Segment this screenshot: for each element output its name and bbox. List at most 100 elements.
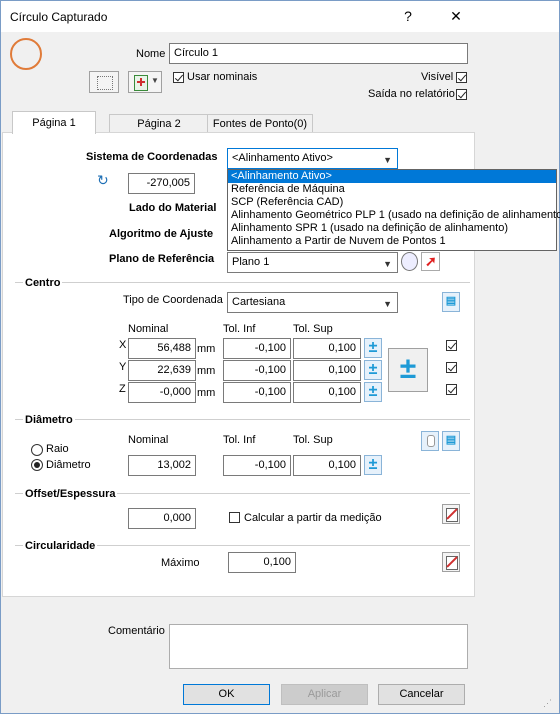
center-x-nominal-input[interactable]: 56,488	[128, 338, 196, 359]
offset-input[interactable]: 0,000	[128, 508, 196, 529]
apply-button[interactable]: Aplicar	[281, 684, 368, 705]
rotate-icon[interactable]: ↻	[97, 172, 109, 189]
title-bar: Círculo Capturado ? ✕	[1, 1, 559, 32]
use-nominals-checkbox[interactable]	[173, 72, 184, 83]
name-input[interactable]: Círculo 1	[169, 43, 468, 64]
dropdown-option[interactable]: Alinhamento a Partir de Nuvem de Pontos …	[228, 235, 556, 248]
dropdown-option[interactable]: Alinhamento Geométrico PLP 1 (usado na d…	[228, 209, 560, 222]
center-col-tol-inf: Tol. Inf	[223, 323, 256, 335]
center-x-tol-inf-input[interactable]: -0,100	[223, 338, 291, 359]
coord-system-label: Sistema de Coordenadas	[86, 151, 218, 163]
coord-type-label: Tipo de Coordenada	[123, 294, 223, 306]
coord-type-value: Cartesiana	[232, 296, 286, 308]
select-region-button[interactable]	[89, 71, 119, 93]
pick-arrow-button[interactable]: ➚	[421, 252, 440, 271]
resize-grip-icon[interactable]: ⋰	[543, 698, 552, 709]
use-nominals-label: Usar nominais	[187, 71, 258, 83]
offset-report-button[interactable]	[442, 504, 460, 524]
center-y-tol-sup-input[interactable]: 0,100	[293, 360, 361, 381]
center-y-nominal-input[interactable]: 22,639	[128, 360, 196, 381]
center-x-checkbox[interactable]	[446, 340, 457, 351]
unit-label: mm	[197, 387, 216, 399]
radius-radio[interactable]	[31, 444, 43, 456]
dropdown-option[interactable]: <Alinhamento Ativo>	[228, 170, 556, 183]
point-source-dropdown-button[interactable]: ▼	[128, 71, 162, 93]
bulb-icon	[427, 435, 435, 447]
ok-button[interactable]: OK	[183, 684, 270, 705]
coord-system-dropdown-list[interactable]: <Alinhamento Ativo> Referência de Máquin…	[227, 169, 560, 251]
all-tolerance-button[interactable]: ±	[388, 348, 428, 392]
center-col-tol-sup: Tol. Sup	[293, 323, 333, 335]
coord-type-select[interactable]: Cartesiana ▼	[227, 292, 398, 313]
fit-algorithm-label: Algoritmo de Ajuste	[109, 228, 214, 240]
diameter-label: Diâmetro	[46, 459, 91, 471]
close-button[interactable]: ✕	[441, 5, 471, 27]
dropdown-option[interactable]: SCP (Referência CAD)	[228, 196, 556, 209]
diameter-col-tol-inf: Tol. Inf	[223, 434, 256, 446]
angle-input[interactable]: -270,005	[128, 173, 195, 194]
comment-textarea[interactable]	[169, 624, 468, 669]
center-z-tolerance-button[interactable]: ±	[364, 382, 382, 402]
coord-system-value: <Alinhamento Ativo>	[232, 152, 333, 164]
tab-point-sources[interactable]: Fontes de Ponto(0)	[207, 114, 313, 133]
cancel-button[interactable]: Cancelar	[378, 684, 465, 705]
center-x-tolerance-button[interactable]: ±	[364, 338, 382, 358]
diameter-nominal-input[interactable]: 13,002	[128, 455, 196, 476]
roundness-report-button[interactable]	[442, 552, 460, 572]
offset-group-title: Offset/Espessura	[23, 488, 118, 500]
diameter-hint-button[interactable]	[421, 431, 439, 451]
report-output-label: Saída no relatório	[368, 88, 455, 100]
plus-minus-icon: ±	[368, 361, 378, 378]
center-x-tol-sup-input[interactable]: 0,100	[293, 338, 361, 359]
diameter-tol-inf-input[interactable]: -0,100	[223, 455, 291, 476]
visible-checkbox[interactable]	[456, 72, 467, 83]
window-title: Círculo Capturado	[10, 10, 108, 24]
plus-minus-icon: ±	[368, 456, 378, 473]
center-y-tol-inf-input[interactable]: -0,100	[223, 360, 291, 381]
center-y-tolerance-button[interactable]: ±	[364, 360, 382, 380]
ref-plane-value: Plano 1	[232, 256, 270, 268]
unit-label: mm	[197, 365, 216, 377]
calc-from-measurement-checkbox[interactable]	[229, 512, 240, 523]
center-col-nominal: Nominal	[128, 323, 169, 335]
diameter-group-title: Diâmetro	[23, 414, 75, 426]
center-report-button[interactable]: ▤	[442, 292, 460, 312]
diameter-report-button[interactable]: ▤	[442, 431, 460, 451]
chevron-down-icon: ▼	[383, 299, 392, 309]
chevron-down-icon: ▼	[383, 259, 392, 269]
chevron-down-icon: ▼	[151, 76, 159, 85]
roundness-max-input[interactable]: 0,100	[228, 552, 296, 573]
dialog-window: Círculo Capturado ? ✕ Nome Círculo 1 ▼ U…	[0, 0, 560, 714]
plus-minus-large-icon: ±	[399, 352, 417, 385]
diameter-col-nominal: Nominal	[128, 434, 169, 446]
center-z-tol-inf-input[interactable]: -0,100	[223, 382, 291, 403]
diameter-tol-sup-input[interactable]: 0,100	[293, 455, 361, 476]
comment-label: Comentário	[108, 625, 165, 637]
tab-page-1[interactable]: Página 1	[12, 111, 96, 134]
diameter-col-tol-sup: Tol. Sup	[293, 434, 333, 446]
help-button[interactable]: ?	[393, 5, 423, 27]
center-z-checkbox[interactable]	[446, 384, 457, 395]
axis-label-z: Z	[119, 383, 126, 395]
ref-plane-label: Plano de Referência	[109, 253, 215, 265]
report-output-checkbox[interactable]	[456, 89, 467, 100]
diameter-tolerance-button[interactable]: ±	[364, 455, 382, 475]
point-add-icon	[134, 75, 148, 91]
dropdown-option[interactable]: Referência de Máquina	[228, 183, 556, 196]
center-z-nominal-input[interactable]: -0,000	[128, 382, 196, 403]
tab-page-2[interactable]: Página 2	[109, 114, 209, 133]
red-arrow-icon: ➚	[425, 253, 437, 269]
roundness-group-title: Circularidade	[23, 540, 98, 552]
center-z-tol-sup-input[interactable]: 0,100	[293, 382, 361, 403]
center-y-checkbox[interactable]	[446, 362, 457, 373]
circle-feature-icon	[10, 38, 42, 70]
calc-from-measurement-label: Calcular a partir da medição	[244, 512, 382, 524]
center-group-title: Centro	[23, 277, 63, 289]
chevron-down-icon: ▼	[383, 155, 392, 165]
diameter-radio[interactable]	[31, 459, 43, 471]
ref-plane-select[interactable]: Plano 1 ▼	[227, 252, 398, 273]
probe-icon[interactable]	[401, 252, 418, 271]
report-sheet-icon: ▤	[445, 295, 457, 307]
dropdown-option[interactable]: Alinhamento SPR 1 (usado na definição de…	[228, 222, 556, 235]
coord-system-select[interactable]: <Alinhamento Ativo> ▼	[227, 148, 398, 169]
